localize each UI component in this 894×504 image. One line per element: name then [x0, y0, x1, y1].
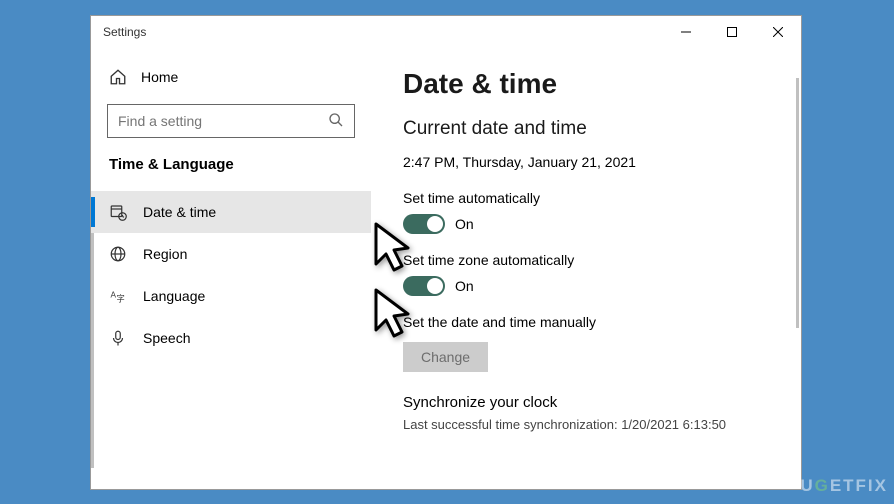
- search-box[interactable]: [107, 104, 355, 138]
- home-label: Home: [141, 69, 178, 85]
- sync-header: Synchronize your clock: [403, 394, 777, 411]
- set-time-auto-label: Set time automatically: [403, 190, 777, 206]
- section-current-datetime: Current date and time: [403, 118, 777, 140]
- current-datetime-value: 2:47 PM, Thursday, January 21, 2021: [403, 154, 777, 170]
- settings-window: Settings Home: [90, 15, 802, 490]
- sidebar-item-language[interactable]: A字 Language: [91, 275, 371, 317]
- close-button[interactable]: [755, 16, 801, 48]
- minimize-button[interactable]: [663, 16, 709, 48]
- main-panel: Date & time Current date and time 2:47 P…: [371, 48, 801, 489]
- sidebar-item-speech[interactable]: Speech: [91, 317, 371, 359]
- globe-icon: [109, 245, 127, 263]
- set-time-auto-toggle[interactable]: [403, 214, 445, 234]
- sync-status: Last successful time synchronization: 1/…: [403, 417, 777, 432]
- manual-label: Set the date and time manually: [403, 314, 777, 330]
- language-icon: A字: [109, 287, 127, 305]
- home-icon: [109, 68, 127, 86]
- sidebar-item-label: Date & time: [143, 204, 216, 220]
- home-link[interactable]: Home: [91, 58, 371, 96]
- toggle-knob: [427, 216, 443, 232]
- sidebar-item-label: Language: [143, 288, 205, 304]
- maximize-button[interactable]: [709, 16, 755, 48]
- content-area: Home Time & Language Date & time Reg: [91, 48, 801, 489]
- change-button[interactable]: Change: [403, 342, 488, 372]
- page-title: Date & time: [403, 68, 777, 100]
- sidebar-item-date-time[interactable]: Date & time: [91, 191, 371, 233]
- svg-text:字: 字: [117, 293, 125, 303]
- titlebar: Settings: [91, 16, 801, 48]
- sidebar-item-region[interactable]: Region: [91, 233, 371, 275]
- microphone-icon: [109, 329, 127, 347]
- sidebar-item-label: Region: [143, 246, 187, 262]
- set-time-auto-toggle-row: On: [403, 214, 777, 234]
- set-tz-auto-label: Set time zone automatically: [403, 252, 777, 268]
- search-icon: [328, 112, 344, 131]
- window-title: Settings: [103, 25, 146, 39]
- set-tz-auto-toggle-row: On: [403, 276, 777, 296]
- set-tz-auto-toggle[interactable]: [403, 276, 445, 296]
- search-input[interactable]: [118, 113, 328, 129]
- toggle-knob: [427, 278, 443, 294]
- scrollbar[interactable]: [796, 78, 799, 328]
- window-controls: [663, 16, 801, 48]
- svg-text:A: A: [111, 291, 117, 300]
- calendar-clock-icon: [109, 203, 127, 221]
- category-title: Time & Language: [91, 156, 371, 191]
- sidebar-item-label: Speech: [143, 330, 190, 346]
- set-tz-auto-state: On: [455, 278, 474, 294]
- set-time-auto-state: On: [455, 216, 474, 232]
- watermark: UGETFIX: [800, 476, 888, 496]
- sidebar: Home Time & Language Date & time Reg: [91, 48, 371, 489]
